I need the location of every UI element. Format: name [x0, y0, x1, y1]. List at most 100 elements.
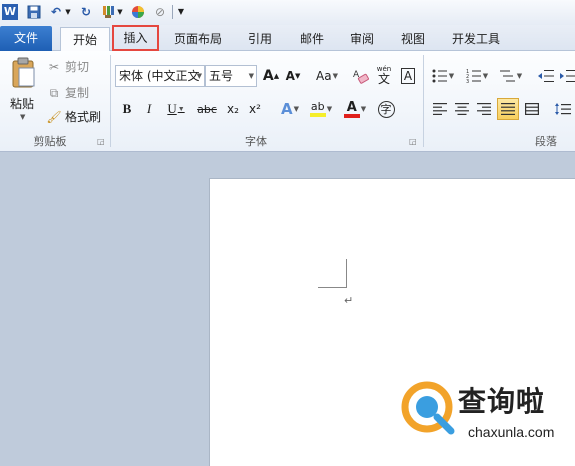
text-effects-button[interactable]: A ▼	[276, 98, 304, 120]
font-size-value: 五号	[209, 69, 234, 83]
chevron-down-icon: ▼	[293, 105, 299, 113]
increase-indent-icon	[560, 70, 575, 82]
distributed-button[interactable]	[521, 98, 543, 120]
bullets-button[interactable]: ▼	[429, 65, 457, 87]
chevron-down-icon: ▼	[248, 72, 254, 80]
customize-icon[interactable]: ▼	[176, 4, 186, 20]
grow-font-glyph: A	[262, 68, 274, 84]
justify-button[interactable]	[497, 98, 519, 120]
subscript-button[interactable]: x₂	[222, 98, 244, 120]
font-color-button[interactable]: A ▼	[340, 98, 370, 120]
grow-arrow-icon: ▲	[273, 72, 280, 80]
align-left-button[interactable]	[429, 98, 451, 120]
watermark-logo-icon	[401, 381, 455, 435]
group-separator	[110, 55, 111, 147]
font-name-combo[interactable]: 宋体 (中文正文 ▼	[115, 65, 205, 87]
undo-icon[interactable]: ↶	[48, 4, 64, 20]
copy-icon: ⧉	[49, 86, 59, 100]
tab-home[interactable]: 开始	[60, 27, 110, 52]
paste-label: 粘贴	[10, 97, 35, 111]
redo-icon[interactable]: ↻	[78, 4, 94, 20]
decrease-indent-button[interactable]	[535, 65, 557, 87]
line-spacing-button[interactable]	[551, 98, 575, 120]
underline-button[interactable]: U ▼	[162, 98, 190, 120]
watermark-title: 查询啦	[458, 385, 546, 418]
change-case-button[interactable]: Aa ▼	[313, 65, 341, 87]
clipboard-dialog-launcher-icon[interactable]: ◲	[97, 137, 106, 146]
save-icon[interactable]	[26, 4, 42, 20]
chevron-down-icon: ▼	[516, 72, 523, 80]
multilevel-list-icon	[499, 70, 515, 82]
change-case-glyph: Aa	[316, 69, 332, 83]
paragraph-mark: ↵	[344, 294, 354, 307]
document-page[interactable]	[209, 178, 575, 466]
decrease-indent-icon	[538, 70, 554, 82]
phonetic-char-icon: 文	[377, 72, 390, 86]
increase-indent-button[interactable]	[557, 65, 575, 87]
italic-glyph: I	[146, 101, 152, 116]
font-size-combo[interactable]: 五号 ▼	[205, 65, 257, 87]
align-center-icon	[455, 103, 469, 115]
highlight-glyph: ab	[310, 100, 325, 113]
strikethrough-button[interactable]: abc	[195, 98, 219, 120]
tab-file[interactable]: 文件	[0, 26, 52, 51]
tab-developer[interactable]: 开发工具	[444, 27, 508, 51]
tab-view[interactable]: 视图	[391, 27, 435, 51]
numbering-button[interactable]: 1 2 3 ▼	[463, 65, 491, 87]
superscript-button[interactable]: x²	[244, 98, 266, 120]
group-separator	[423, 55, 424, 147]
tab-review[interactable]: 审阅	[340, 27, 384, 51]
cut-button[interactable]: ✂ 剪切	[46, 57, 89, 77]
clipboard-icon	[11, 57, 37, 92]
enclose-circle: 字	[377, 100, 395, 118]
paragraph-group-label: 段落	[535, 135, 557, 148]
bold-button[interactable]: B	[116, 98, 138, 120]
phonetic-guide-button[interactable]: wén 文	[373, 65, 395, 87]
qat-separator	[172, 5, 173, 19]
character-border-glyph: A	[400, 68, 416, 84]
shrink-font-button[interactable]: A ▼	[282, 65, 304, 87]
clear-formatting-button[interactable]: A	[350, 65, 372, 87]
tab-mailings[interactable]: 邮件	[290, 27, 334, 51]
scissors-icon: ✂	[48, 60, 60, 74]
shrink-font-glyph: A	[285, 69, 295, 83]
justify-icon	[501, 103, 515, 115]
numbering-icon: 123	[466, 69, 481, 83]
align-center-button[interactable]	[451, 98, 473, 120]
paste-button[interactable]: 粘贴 ▼	[6, 55, 40, 125]
chevron-down-icon: ▼	[360, 105, 367, 113]
font-name-value: 宋体 (中文正文	[119, 69, 200, 83]
format-painter-button[interactable]: 🖌 格式刷	[46, 107, 101, 127]
font-dialog-launcher-icon[interactable]: ◲	[409, 137, 418, 146]
align-right-button[interactable]	[473, 98, 495, 120]
underline-glyph: U	[167, 101, 177, 116]
margin-corner-mark	[318, 287, 347, 288]
chevron-down-icon: ▼	[177, 105, 185, 113]
enclose-characters-button[interactable]: 字	[375, 98, 397, 120]
format-painter-icon[interactable]	[100, 4, 116, 20]
shrink-arrow-icon: ▼	[294, 72, 301, 80]
copy-button[interactable]: ⧉ 复制	[46, 83, 89, 103]
tab-page-layout[interactable]: 页面布局	[166, 27, 230, 51]
tab-references[interactable]: 引用	[238, 27, 282, 51]
clear-icon[interactable]: ⊘	[152, 4, 168, 20]
strikethrough-glyph: abc	[197, 102, 217, 116]
italic-button[interactable]: I	[138, 98, 160, 120]
color-wheel-icon[interactable]	[130, 4, 146, 20]
grow-font-button[interactable]: A ▲	[260, 65, 282, 87]
align-right-icon	[477, 103, 491, 115]
watermark-url: chaxunla.com	[468, 424, 555, 440]
highlight-button[interactable]: ab ▼	[306, 98, 336, 120]
text-effects-glyph: A	[281, 100, 293, 118]
character-border-button[interactable]: A	[397, 65, 419, 87]
font-color-swatch: A	[343, 101, 360, 118]
enclose-glyph: 字	[380, 103, 392, 116]
superscript-glyph: x²	[249, 102, 261, 116]
format-painter-dropdown-icon[interactable]: ▼	[116, 4, 124, 20]
undo-dropdown-icon[interactable]: ▼	[64, 4, 72, 20]
multilevel-list-button[interactable]: ▼	[497, 65, 525, 87]
svg-text:3: 3	[466, 79, 469, 83]
tab-insert[interactable]: 插入	[112, 25, 159, 51]
highlight-swatch: ab	[309, 100, 326, 117]
clipboard-group-label: 剪贴板	[33, 135, 67, 148]
